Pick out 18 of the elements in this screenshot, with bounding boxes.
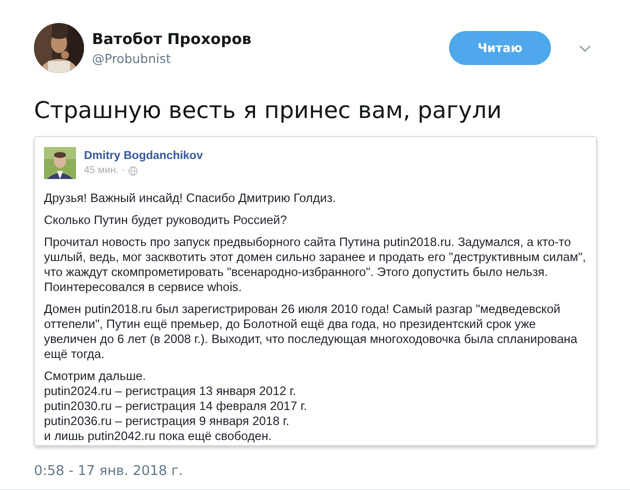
author-handle[interactable]: @Probubnist (92, 51, 449, 66)
timestamp[interactable]: 0:58 - 17 янв. 2018 г. (34, 463, 597, 479)
globe-icon (128, 166, 138, 176)
post-text: putin2036.ru – регистрация 9 января 2018 г. (44, 414, 290, 429)
chevron-down-icon[interactable] (579, 44, 591, 52)
post-text: Друзья! Важный инсайд! Спасибо Дмитрию Голдиз. (44, 191, 337, 206)
tweet-text: Страшную весть я принес вам, рагули (34, 97, 503, 126)
post-time: 45 мин. · (84, 165, 125, 176)
post-text: Домен putin2018.ru был зарегистрирован 26 июля 2010 года! Самый разгар "медведевской оттепели", Путин ещё премьер, до Болотной ещё два года, но президентский срок уже увеличен до 6 лет (в 2008 г.). Выходит, что последующая многоходовочка была спланирована ещё тогда. (44, 302, 578, 362)
post-text: Прочитал новость про запуск предвыборного сайта Путина putin2018.ru. Задумался, а кто-то ушлый, ведь, мог засквотить этот домен сильно заранее и продать его "деструктивным силам", что жаждут скомпрометировать "всенародно-избранного". Этого допустить было нельзя. Поинтересовался в сервисе whois. (44, 235, 586, 295)
follow-button[interactable]: Читаю (449, 31, 551, 65)
post-text: Сколько Путин будет руководить Россией? (44, 213, 288, 228)
author-name[interactable]: Ватобот Прохоров (92, 30, 449, 48)
post-text: Смотрим дальше. (44, 369, 147, 384)
post-author: Dmitry Bogdanchikov (84, 150, 203, 162)
post-text: putin2030.ru – регистрация 14 февраля 2017 г. (44, 399, 308, 414)
post-text: putin2024.ru – регистрация 13 января 2012 г. (44, 384, 297, 399)
post-text: и лишь putin2042.ru пока ещё свободен. (44, 429, 273, 444)
